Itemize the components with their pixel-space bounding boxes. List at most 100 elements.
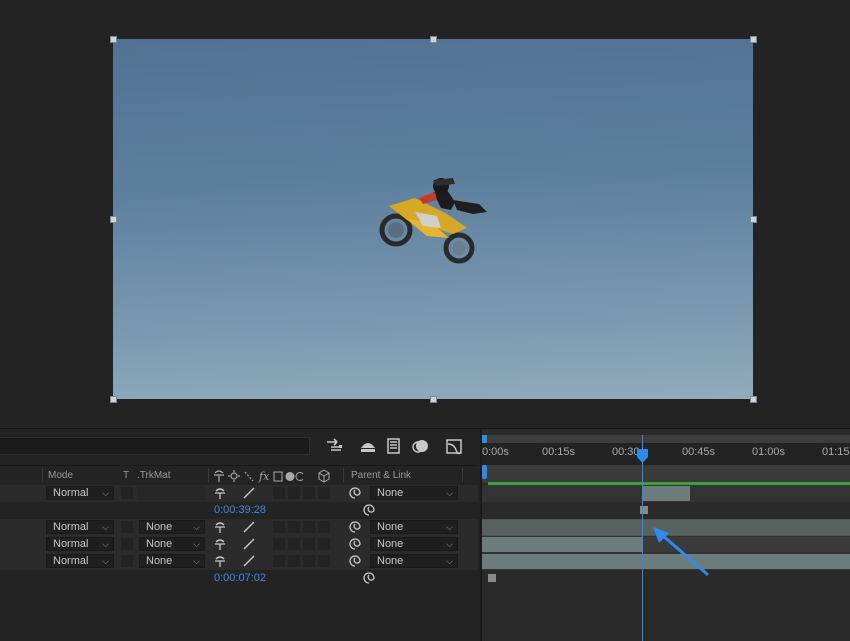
track-row-1[interactable]: [482, 485, 850, 502]
time-ruler[interactable]: 0:00s 00:15s 00:30s 00:45s 01:00s 01:15s: [482, 443, 850, 465]
3d-layer-switch[interactable]: [318, 487, 330, 499]
playhead-icon[interactable]: [637, 449, 648, 463]
mode-column-header[interactable]: Mode: [48, 470, 73, 481]
shy-switch-icon[interactable]: [213, 520, 227, 534]
chevron-down-icon: ⌵: [193, 522, 200, 532]
parent-dropdown[interactable]: None ⌵: [370, 520, 458, 534]
effects-switch[interactable]: [273, 487, 285, 499]
chevron-down-icon: ⌵: [193, 556, 200, 566]
work-area-start-handle[interactable]: [482, 465, 487, 479]
playhead-line[interactable]: [642, 435, 643, 641]
trkmat-dropdown[interactable]: None ⌵: [139, 554, 205, 568]
column-divider: [208, 468, 209, 482]
3d-layer-switch[interactable]: [318, 521, 330, 533]
trkmat-dropdown[interactable]: None ⌵: [139, 537, 205, 551]
layer-row-1[interactable]: Normal ⌵ None ⌵: [0, 485, 478, 502]
preserve-transparency-toggle[interactable]: [121, 555, 133, 567]
transform-handle-top-center[interactable]: [430, 36, 437, 43]
frame-blend-switch[interactable]: [288, 487, 300, 499]
layer-row-4[interactable]: Normal ⌵ None ⌵ None ⌵: [0, 553, 478, 570]
ruler-label: 01:15s: [822, 446, 850, 458]
parent-pick-whip-icon[interactable]: [362, 571, 376, 585]
ruler-label: 0:00s: [482, 446, 509, 458]
parent-pick-whip-icon[interactable]: [348, 486, 362, 500]
transform-handle-bottom-right[interactable]: [750, 396, 757, 403]
preserve-transparency-toggle[interactable]: [121, 538, 133, 550]
draft-3d-icon[interactable]: [358, 436, 378, 456]
transform-handle-bottom-left[interactable]: [110, 396, 117, 403]
motion-blur-switch[interactable]: [303, 555, 315, 567]
mode-value: Normal: [53, 538, 89, 550]
parent-dropdown[interactable]: None ⌵: [370, 486, 458, 500]
quality-switch-icon[interactable]: [242, 537, 256, 551]
trkmat-column-header[interactable]: .TrkMat: [137, 470, 171, 481]
track-matte-t-header[interactable]: T: [123, 470, 129, 481]
quality-switch-icon[interactable]: [242, 554, 256, 568]
parent-pick-whip-icon[interactable]: [348, 537, 362, 551]
parent-pick-whip-icon[interactable]: [348, 520, 362, 534]
transform-handle-middle-left[interactable]: [110, 216, 117, 223]
layer-time-row: 0:00:39:28: [0, 502, 478, 519]
shy-switch-icon[interactable]: [213, 554, 227, 568]
3d-layer-switch[interactable]: [318, 555, 330, 567]
layer-time-row: 0:00:07:02: [0, 570, 478, 587]
frame-blend-switch[interactable]: [288, 521, 300, 533]
preserve-transparency-toggle[interactable]: [121, 521, 133, 533]
3d-layer-header-icon: [318, 469, 330, 483]
mode-dropdown[interactable]: Normal ⌵: [46, 520, 114, 534]
effects-switch[interactable]: [273, 521, 285, 533]
preserve-transparency-toggle[interactable]: [121, 487, 133, 499]
parent-dropdown[interactable]: None ⌵: [370, 537, 458, 551]
trkmat-value: None: [146, 555, 173, 567]
shy-switch-icon[interactable]: [213, 486, 227, 500]
mode-dropdown[interactable]: Normal ⌵: [46, 486, 114, 500]
shy-switch-icon[interactable]: [213, 537, 227, 551]
quality-switch-icon[interactable]: [242, 486, 256, 500]
keyframe-marker[interactable]: [488, 574, 496, 582]
parent-dropdown[interactable]: None ⌵: [370, 554, 458, 568]
transform-handle-top-left[interactable]: [110, 36, 117, 43]
frame-blend-switch[interactable]: [288, 538, 300, 550]
mode-dropdown[interactable]: Normal ⌵: [46, 554, 114, 568]
chevron-down-icon: ⌵: [193, 539, 200, 549]
chevron-down-icon: ⌵: [446, 488, 453, 498]
frame-blend-switch[interactable]: [288, 555, 300, 567]
work-area-bar[interactable]: [482, 465, 850, 483]
parent-pick-whip-icon[interactable]: [362, 503, 376, 517]
3d-layer-switch[interactable]: [318, 538, 330, 550]
time-navigator-start-handle[interactable]: [482, 435, 487, 443]
motion-blur-switch[interactable]: [303, 487, 315, 499]
layer-search-input[interactable]: [0, 437, 310, 455]
trkmat-dropdown[interactable]: None ⌵: [139, 520, 205, 534]
quality-switch-icon[interactable]: [242, 520, 256, 534]
trkmat-dropdown-empty[interactable]: [137, 486, 205, 500]
effects-switch[interactable]: [273, 538, 285, 550]
transform-handle-top-right[interactable]: [750, 36, 757, 43]
layer-time-value[interactable]: 0:00:07:02: [214, 572, 266, 584]
transform-handle-bottom-center[interactable]: [430, 396, 437, 403]
parent-link-column-header[interactable]: Parent & Link: [351, 470, 411, 481]
parent-value: None: [377, 555, 404, 567]
layer-time-value[interactable]: 0:00:39:28: [214, 504, 266, 516]
parent-pick-whip-icon[interactable]: [348, 554, 362, 568]
mode-dropdown[interactable]: Normal ⌵: [46, 537, 114, 551]
motion-blur-switch[interactable]: [303, 521, 315, 533]
layer-row-2[interactable]: Normal ⌵ None ⌵ None ⌵: [0, 519, 478, 536]
effects-switch[interactable]: [273, 555, 285, 567]
column-divider: [42, 468, 43, 482]
layer-row-3[interactable]: Normal ⌵ None ⌵ None ⌵: [0, 536, 478, 553]
motion-blur-switch[interactable]: [303, 538, 315, 550]
mode-value: Normal: [53, 521, 89, 533]
time-navigator[interactable]: [482, 435, 850, 443]
motion-blur-icon[interactable]: [410, 436, 430, 456]
timeline-track-area[interactable]: 0:00s 00:15s 00:30s 00:45s 01:00s 01:15s: [480, 429, 850, 641]
svg-text:fx: fx: [258, 470, 270, 483]
transform-handle-middle-right[interactable]: [750, 216, 757, 223]
column-divider: [462, 468, 463, 482]
comp-flowchart-icon[interactable]: [325, 436, 345, 456]
chevron-down-icon: ⌵: [102, 488, 109, 498]
graph-editor-icon[interactable]: [444, 436, 464, 456]
frame-blending-icon[interactable]: [384, 436, 404, 456]
layer-bar-1[interactable]: [642, 486, 690, 501]
layer-bar-3a[interactable]: [482, 537, 642, 552]
